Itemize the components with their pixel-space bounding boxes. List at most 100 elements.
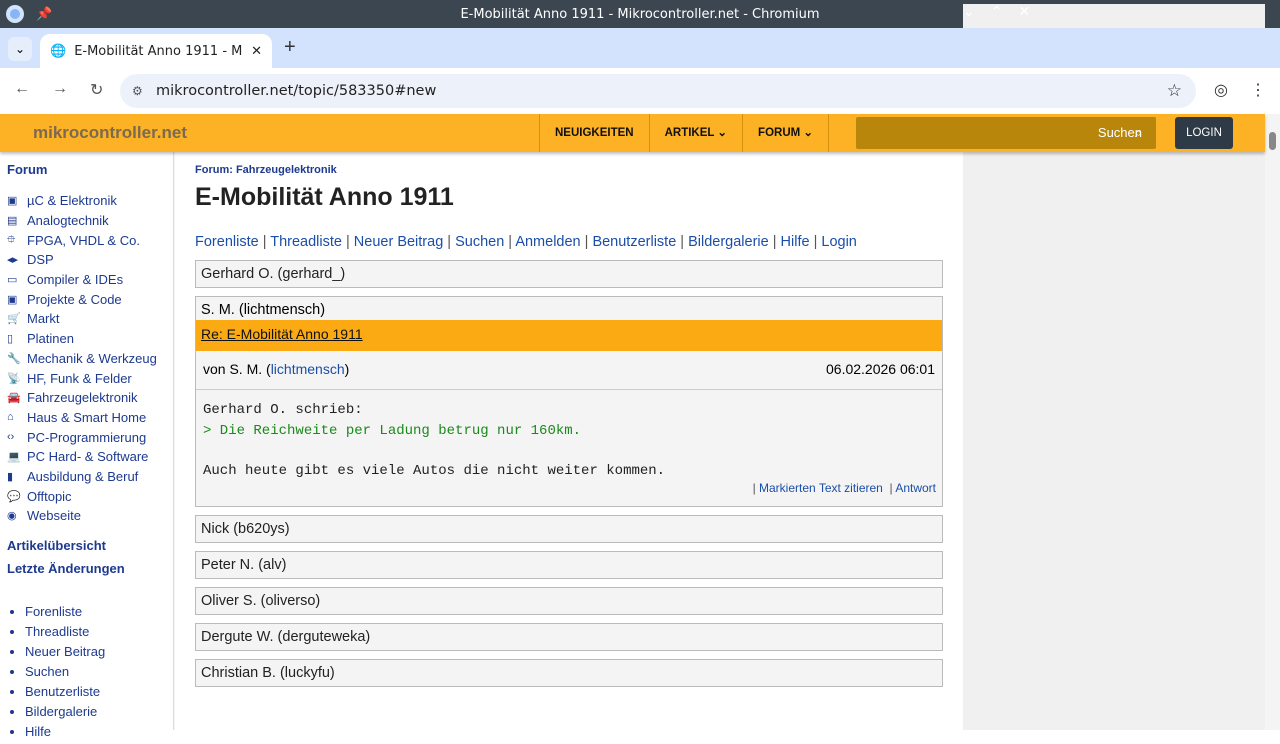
tab-search-button[interactable]: ⌄	[8, 37, 32, 61]
post-collapsed[interactable]: Dergute W. (derguteweka)	[195, 623, 943, 651]
forward-icon[interactable]: →	[52, 80, 68, 100]
url-text: mikrocontroller.net/topic/583350#new	[156, 83, 437, 99]
sidebar-item[interactable]: 🚘 Fahrzeugelektronik	[7, 388, 166, 408]
site-header: mikrocontroller.net NEUIGKEITEN ARTIKEL …	[0, 114, 1265, 152]
scrollbar-thumb[interactable]	[1269, 132, 1276, 150]
forum-link[interactable]: Threadliste	[270, 234, 342, 250]
forum-link[interactable]: Hilfe	[781, 234, 810, 250]
project-icon: ▣	[7, 293, 18, 306]
sidebar-item-label: µC & Elektronik	[27, 193, 117, 209]
forum-link[interactable]: Benutzerliste	[592, 234, 676, 250]
post-collapsed[interactable]: Gerhard O. (gerhard_)	[195, 260, 943, 288]
search-icon[interactable]: ⌕	[1135, 117, 1142, 149]
tab-close-icon[interactable]: ✕	[251, 44, 262, 59]
artikel-link[interactable]: Artikelübersicht	[7, 538, 166, 557]
book-icon: ▮	[7, 470, 14, 483]
menu-neuigkeiten[interactable]: NEUIGKEITEN	[539, 114, 649, 152]
sidebar-list-link[interactable]: Threadliste	[25, 624, 166, 644]
sidebar-item-label: Webseite	[27, 508, 81, 524]
post-expanded: S. M. (lichtmensch) Re: E-Mobilität Anno…	[195, 296, 943, 507]
forum-link[interactable]: Bildergalerie	[688, 234, 769, 250]
sidebar-list-link[interactable]: Neuer Beitrag	[25, 644, 166, 664]
sidebar-list-link[interactable]: Hilfe	[25, 724, 166, 744]
wrench-icon: 🔧	[7, 352, 21, 365]
page-title: E-Mobilität Anno 1911	[195, 183, 454, 211]
reply-link[interactable]: Antwort	[895, 481, 936, 495]
post-collapsed[interactable]: Peter N. (alv)	[195, 551, 943, 579]
sidebar-list-link[interactable]: Bildergalerie	[25, 704, 166, 724]
board-icon: ▯	[7, 333, 14, 346]
by-label: von S. M. (	[203, 361, 271, 377]
menu-icon[interactable]: ⋮	[1250, 80, 1266, 100]
forum-link[interactable]: Login	[821, 234, 856, 250]
post-body: Gerhard O. schrieb: > Die Reichweite per…	[203, 402, 936, 495]
sidebar-item[interactable]: ⯐ FPGA, VHDL & Co.	[7, 230, 166, 250]
sidebar-list-link[interactable]: Benutzerliste	[25, 684, 166, 704]
sidebar-item-label: FPGA, VHDL & Co.	[27, 232, 140, 248]
sidebar-item[interactable]: 📡 HF, Funk & Felder	[7, 368, 166, 388]
breadcrumb[interactable]: Forum: Fahrzeugelektronik	[195, 164, 943, 176]
forum-link[interactable]: Suchen	[455, 234, 504, 250]
sidebar-item[interactable]: ▮ Ausbildung & Beruf	[7, 467, 166, 487]
sidebar-list-link[interactable]: Forenliste	[25, 604, 166, 624]
sidebar-item[interactable]: ◂▸ DSP	[7, 250, 166, 270]
sidebar-item-label: Haus & Smart Home	[27, 409, 147, 425]
sidebar-item[interactable]: ◉ Webseite	[7, 506, 166, 526]
sidebar-item-label: PC Hard- & Software	[27, 449, 149, 465]
monitor-icon: ▭	[7, 274, 18, 287]
home-icon: ⌂	[7, 411, 14, 424]
post-collapsed[interactable]: Christian B. (luckyfu)	[195, 659, 943, 687]
sidebar-item-label: Ausbildung & Beruf	[27, 468, 139, 484]
sidebar-list-link[interactable]: Suchen	[25, 664, 166, 684]
post-date: 06.02.2026 06:01	[826, 361, 935, 377]
sidebar-item[interactable]: 💻 PC Hard- & Software	[7, 447, 166, 467]
scrollbar[interactable]	[1265, 114, 1280, 730]
sidebar-item[interactable]: ▣ Projekte & Code	[7, 289, 166, 309]
sidebar-item[interactable]: 🛒 Markt	[7, 309, 166, 329]
changes-link[interactable]: Letzte Änderungen	[7, 561, 166, 580]
tab-active[interactable]: 🌐 E-Mobilität Anno 1911 - Mikrocontroller…	[40, 34, 272, 68]
profile-icon[interactable]: ◎	[1214, 80, 1228, 100]
sidebar-item[interactable]: ⌂ Haus & Smart Home	[7, 408, 166, 428]
post-collapsed[interactable]: Oliver S. (oliverso)	[195, 587, 943, 615]
post-author[interactable]: S. M. (lichtmensch)	[196, 297, 942, 320]
sidebar-item[interactable]: ▯ Platinen	[7, 329, 166, 349]
sidebar-title[interactable]: Forum	[7, 162, 166, 177]
bookmark-star-icon[interactable]: ☆	[1167, 81, 1182, 101]
forum-link[interactable]: Neuer Beitrag	[354, 234, 443, 250]
sidebar-item-label: PC-Programmierung	[27, 429, 147, 445]
oscilloscope-icon: ▤	[7, 215, 18, 228]
new-tab-button[interactable]: +	[284, 36, 296, 59]
forum-link[interactable]: Anmelden	[515, 234, 580, 250]
cite-link[interactable]: Markierten Text zitieren	[759, 481, 883, 495]
back-icon[interactable]: ←	[14, 80, 30, 100]
sidebar-item-label: Compiler & IDEs	[27, 272, 124, 288]
site-logo[interactable]: mikrocontroller.net	[33, 123, 187, 143]
user-link[interactable]: lichtmensch	[271, 361, 345, 377]
forum-link[interactable]: Forenliste	[195, 234, 259, 250]
sidebar-item[interactable]: ▣ µC & Elektronik	[7, 191, 166, 211]
post-subject-link[interactable]: Re: E-Mobilität Anno 1911	[201, 326, 363, 342]
login-button[interactable]: LOGIN	[1175, 117, 1233, 149]
reload-icon[interactable]: ↻	[90, 80, 103, 100]
site-settings-icon[interactable]: ⚙	[132, 84, 143, 98]
menu-artikel[interactable]: ARTIKEL ⌄	[648, 114, 742, 152]
sidebar-item-label: HF, Funk & Felder	[27, 370, 132, 386]
main-content: Forum: Fahrzeugelektronik E-Mobilität An…	[175, 152, 963, 730]
address-bar[interactable]: ⚙ mikrocontroller.net/topic/583350#new ☆	[120, 74, 1196, 108]
sidebar-item[interactable]: ▭ Compiler & IDEs	[7, 270, 166, 290]
search-input[interactable]: Suchen ⌕	[856, 117, 1156, 149]
signal-icon: ◂▸	[7, 254, 19, 267]
chip-icon: ▣	[7, 195, 18, 208]
by-end: )	[344, 361, 350, 377]
sidebar-item[interactable]: ‹› PC-Programmierung	[7, 427, 166, 447]
tab-title: E-Mobilität Anno 1911 - Mikrocontroller.…	[74, 43, 243, 59]
sidebar-item[interactable]: 🔧 Mechanik & Werkzeug	[7, 349, 166, 369]
sidebar-item[interactable]: 💬 Offtopic	[7, 486, 166, 506]
pin-icon[interactable]: 📌	[36, 7, 52, 22]
sidebar-item-label: Mechanik & Werkzeug	[27, 350, 157, 366]
post-collapsed[interactable]: Nick (b620ys)	[195, 515, 943, 543]
sidebar-item[interactable]: ▤ Analogtechnik	[7, 211, 166, 231]
antenna-icon: 📡	[7, 372, 21, 385]
menu-forum[interactable]: FORUM ⌄	[742, 114, 830, 152]
